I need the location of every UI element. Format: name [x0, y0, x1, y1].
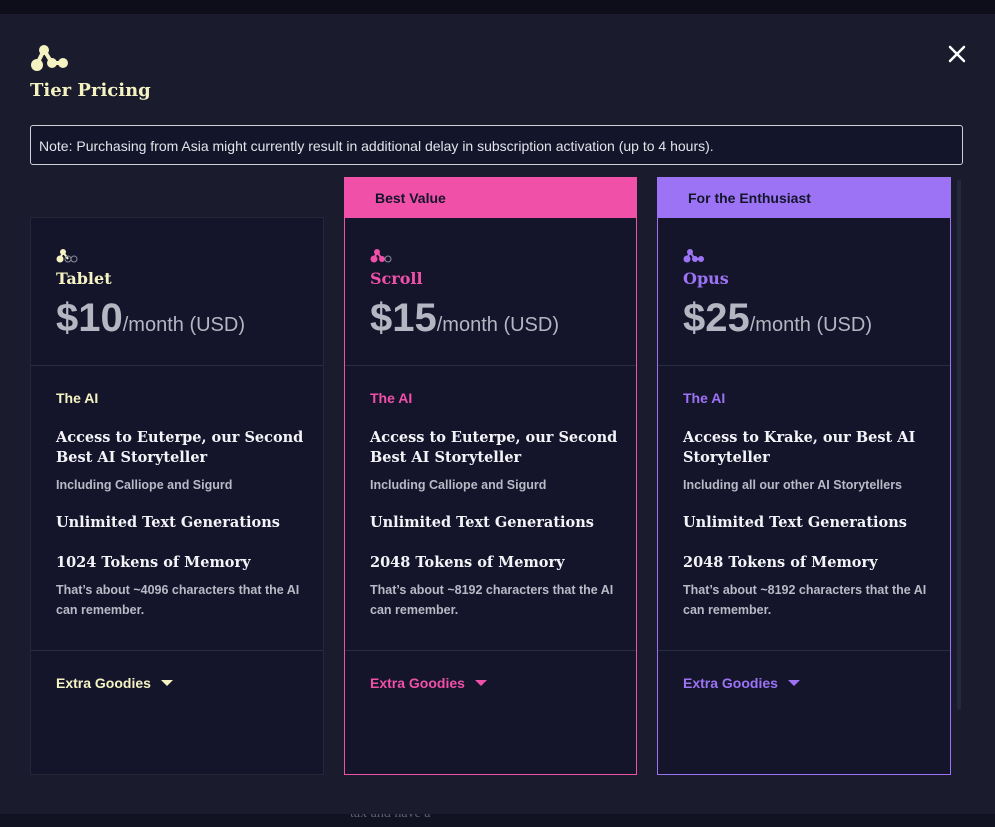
model-feature: Access to Euterpe, our Second Best AI St… — [56, 429, 304, 466]
tier-header: Tablet $10/month (USD) — [31, 218, 323, 366]
tier-card-opus[interactable]: For the Enthusiast Opus $25/month (USD) … — [657, 177, 951, 775]
novel-logo-icon — [31, 45, 68, 71]
tier-footer: Extra Goodies — [345, 651, 636, 771]
extra-goodies-toggle[interactable]: Extra Goodies — [683, 675, 800, 691]
tier-footer: Extra Goodies — [658, 651, 950, 771]
model-feature: Access to Euterpe, our Second Best AI St… — [370, 429, 618, 466]
tier-name: Scroll — [370, 269, 423, 288]
price-period: /month (USD) — [122, 314, 245, 336]
tier-logo-icon — [683, 249, 704, 263]
tier-banner: For the Enthusiast — [658, 178, 950, 218]
price-amount: $10 — [56, 296, 123, 340]
tier-card-tablet[interactable]: Tablet $10/month (USD) The AI Access to … — [30, 217, 324, 775]
tier-features: The AI Access to Krake, our Best AI Stor… — [658, 366, 950, 651]
memory-subtext: That’s about ~4096 characters that the A… — [56, 583, 300, 617]
model-subtext: Including Calliope and Sigurd — [56, 478, 233, 492]
price-period: /month (USD) — [436, 314, 559, 336]
tier-logo-icon — [56, 249, 78, 263]
extra-goodies-toggle[interactable]: Extra Goodies — [56, 675, 173, 691]
memory-feature: 1024 Tokens of Memory — [56, 554, 251, 571]
price-period: /month (USD) — [749, 314, 872, 336]
extra-goodies-label: Extra Goodies — [683, 675, 778, 691]
model-feature: Access to Krake, our Best AI Storyteller — [683, 429, 916, 466]
modal-title: Tier Pricing — [30, 80, 151, 101]
chevron-down-icon — [160, 680, 173, 686]
modal-scrollbar[interactable] — [957, 180, 961, 710]
tier-price: $25/month (USD) — [683, 296, 872, 341]
price-amount: $25 — [683, 296, 750, 340]
tier-banner: Best Value — [345, 178, 636, 218]
tier-features: The AI Access to Euterpe, our Second Bes… — [31, 366, 323, 651]
section-label: The AI — [683, 390, 726, 406]
model-subtext: Including all our other AI Storytellers — [683, 478, 903, 492]
generations-feature: Unlimited Text Generations — [683, 514, 907, 531]
memory-feature: 2048 Tokens of Memory — [683, 554, 878, 571]
section-label: The AI — [370, 390, 413, 406]
tier-card-scroll[interactable]: Best Value Scroll $15/month (USD) The AI… — [344, 177, 637, 775]
tier-header: Scroll $15/month (USD) — [345, 218, 636, 366]
close-icon[interactable] — [944, 41, 970, 67]
tier-header: Opus $25/month (USD) — [658, 218, 950, 366]
tier-footer: Extra Goodies — [31, 651, 323, 771]
chevron-down-icon — [474, 680, 487, 686]
extra-goodies-toggle[interactable]: Extra Goodies — [370, 675, 487, 691]
tier-features: The AI Access to Euterpe, our Second Bes… — [345, 366, 636, 651]
tier-name: Opus — [683, 269, 729, 288]
tier-pricing-modal: Tier Pricing Note: Purchasing from Asia … — [0, 14, 995, 814]
price-amount: $15 — [370, 296, 437, 340]
tier-logo-icon — [370, 249, 392, 263]
background-header — [0, 0, 995, 14]
section-label: The AI — [56, 390, 99, 406]
memory-subtext: That’s about ~8192 characters that the A… — [370, 583, 614, 617]
tier-price: $15/month (USD) — [370, 296, 559, 341]
generations-feature: Unlimited Text Generations — [56, 514, 280, 531]
extra-goodies-label: Extra Goodies — [370, 675, 465, 691]
extra-goodies-label: Extra Goodies — [56, 675, 151, 691]
memory-subtext: That’s about ~8192 characters that the A… — [683, 583, 927, 617]
chevron-down-icon — [787, 680, 800, 686]
generations-feature: Unlimited Text Generations — [370, 514, 594, 531]
tier-name: Tablet — [56, 269, 112, 288]
tier-price: $10/month (USD) — [56, 296, 245, 341]
memory-feature: 2048 Tokens of Memory — [370, 554, 565, 571]
asia-purchase-note: Note: Purchasing from Asia might current… — [30, 125, 963, 165]
model-subtext: Including Calliope and Sigurd — [370, 478, 547, 492]
